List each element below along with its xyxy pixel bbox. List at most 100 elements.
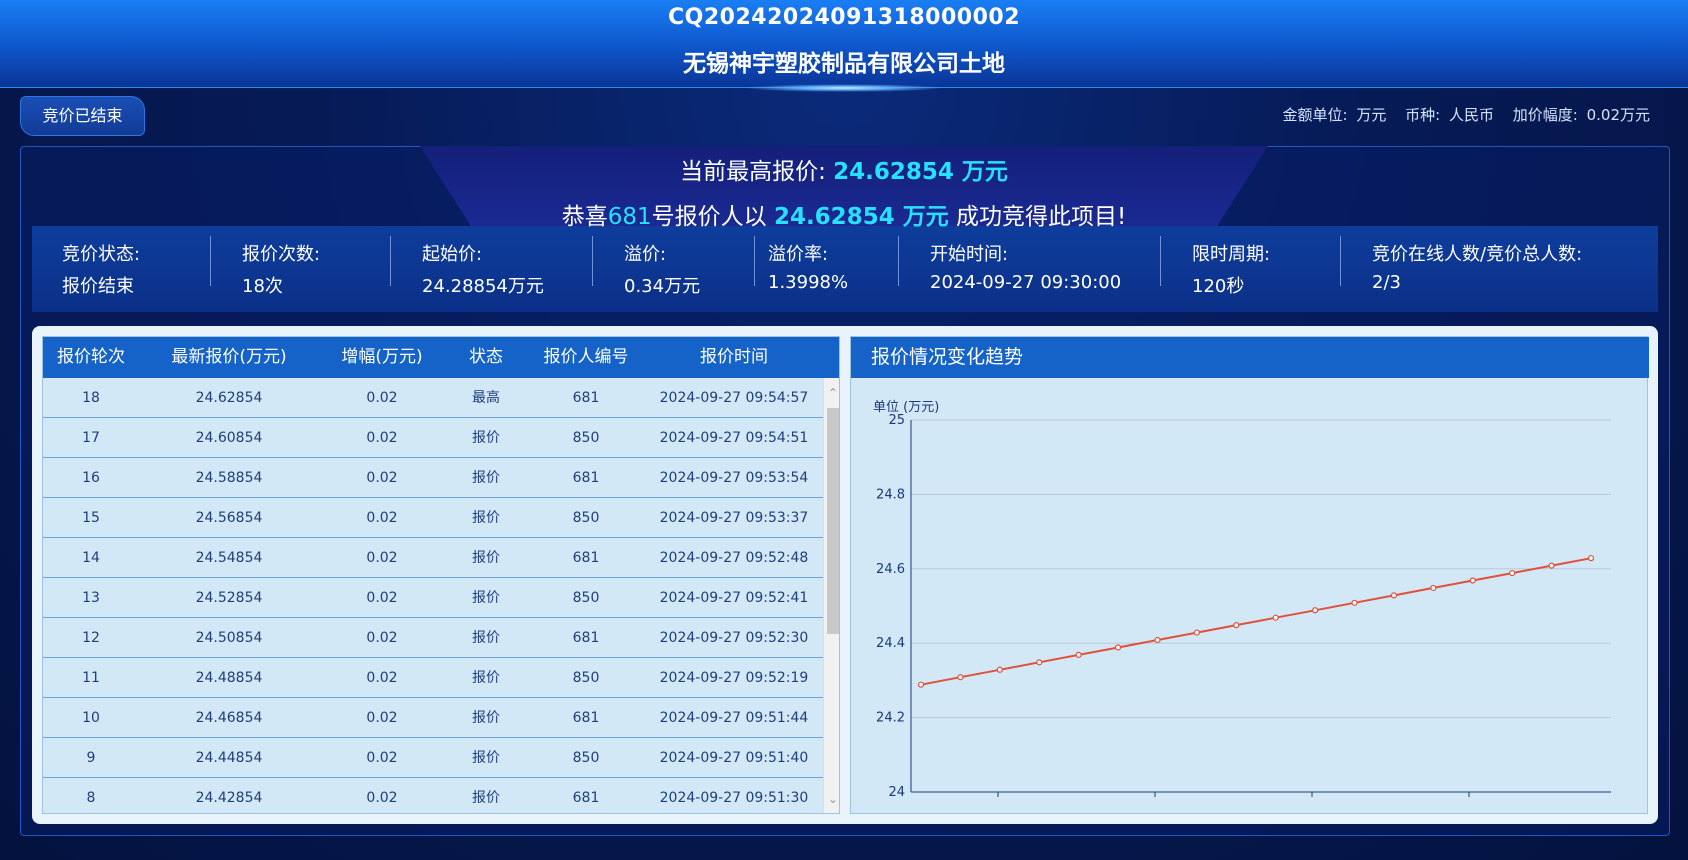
table-cell: 850	[572, 510, 600, 526]
data-point	[1075, 651, 1082, 659]
stat-separator	[898, 236, 899, 286]
table-cell: 24.54854	[195, 550, 263, 566]
project-name: 无锡神宇塑胶制品有限公司土地	[683, 51, 1005, 77]
table-row[interactable]: 12 24.50854 0.02 报价 681 2024-09-27 09:52:30	[43, 618, 823, 658]
data-point	[1036, 659, 1043, 666]
data-point	[1548, 562, 1555, 569]
table-row[interactable]: 8 24.42854 0.02 报价 681 2024-09-27 09:51:30	[43, 778, 823, 813]
data-point	[1272, 614, 1279, 621]
data-point	[1312, 607, 1319, 614]
table-cell: 681	[572, 630, 600, 646]
table-row[interactable]: 11 24.48854 0.02 报价 850 2024-09-27 09:52:19	[43, 658, 823, 698]
table-cell: 14	[82, 550, 100, 566]
table-row[interactable]: 10 24.46854 0.02 报价 681 2024-09-27 09:51:44	[43, 698, 823, 738]
table-row[interactable]: 16 24.58854 0.02 报价 681 2024-09-27 09:53:54	[43, 458, 823, 498]
table-cell: 850	[572, 750, 600, 766]
stat-label: 竞价在线人数/竞价总人数:	[1372, 244, 1583, 265]
table-cell: 2024-09-27 09:51:44	[659, 710, 809, 726]
stat-value: 0.34万元	[624, 276, 701, 297]
table-cell: 0.02	[366, 630, 398, 646]
table-cell: 报价	[472, 670, 500, 686]
table-row[interactable]: 14 24.54854 0.02 报价 681 2024-09-27 09:52:48	[43, 538, 823, 578]
page-header: CQ20242024091318000002 无锡神宇塑胶制品有限公司土地	[0, 0, 1688, 92]
table-cell: 24.42854	[195, 790, 263, 806]
stat-value: 120秒	[1192, 276, 1245, 297]
stat-item: 竞价在线人数/竞价总人数: 2/3	[1372, 240, 1582, 293]
table-cell: 11	[82, 670, 100, 686]
highest-bid-label: 当前最高报价:	[680, 159, 826, 185]
column-header[interactable]: 报价人编号	[527, 337, 645, 378]
data-point	[1509, 569, 1516, 577]
table-header: 报价轮次 最新报价(万元) 增幅(万元) 状态 报价人编号 报价时间	[43, 337, 839, 378]
table-row[interactable]: 18 24.62854 0.02 最高 681 2024-09-27 09:54:57	[43, 378, 823, 418]
stats-bar: 竞价状态: 报价结束 报价次数: 18次 起始价: 24.28854万元 溢价: 0.34万元…	[32, 226, 1658, 312]
auction-status-button[interactable]: 竞价已结束	[20, 96, 145, 136]
table-cell: 17	[82, 430, 100, 446]
table-cell: 24.52854	[195, 590, 263, 606]
table-cell: 9	[86, 750, 96, 766]
table-cell: 15	[82, 510, 100, 526]
table-cell: 12	[82, 630, 100, 646]
scroll-down-icon[interactable]: ⌄	[824, 792, 839, 806]
table-cell: 报价	[472, 470, 500, 486]
stat-label: 开始时间:	[930, 244, 1009, 265]
table-cell: 报价	[472, 430, 500, 446]
table-row[interactable]: 9 24.44854 0.02 报价 850 2024-09-27 09:51:40	[43, 738, 823, 778]
stat-value: 24.28854万元	[422, 276, 544, 297]
column-header[interactable]: 状态	[445, 337, 527, 378]
table-body[interactable]: 18 24.62854 0.02 最高 681 2024-09-27 09:54:57 17…	[43, 378, 823, 813]
amount-unit-value: 万元	[1356, 106, 1387, 124]
stat-item: 竞价状态: 报价结束	[62, 240, 140, 298]
table-cell: 24.62854	[195, 390, 263, 406]
table-row[interactable]: 15 24.56854 0.02 报价 850 2024-09-27 09:53:37	[43, 498, 823, 538]
amount-unit-label: 金额单位:	[1282, 106, 1348, 124]
table-cell: 681	[572, 390, 600, 406]
stat-separator	[1340, 236, 1341, 286]
table-cell: 24.60854	[195, 430, 263, 446]
table-cell: 报价	[472, 630, 500, 646]
y-tick-label: 24.2	[876, 711, 905, 726]
winning-price: 24.62854 万元	[773, 204, 949, 230]
table-cell: 0.02	[366, 510, 398, 526]
column-header[interactable]: 增幅(万元)	[319, 337, 445, 378]
scroll-thumb[interactable]	[827, 408, 839, 634]
table-cell: 2024-09-27 09:52:30	[659, 630, 809, 646]
table-cell: 2024-09-27 09:54:57	[659, 390, 809, 406]
scroll-up-icon[interactable]: ⌃	[824, 386, 839, 400]
table-row[interactable]: 17 24.60854 0.02 报价 850 2024-09-27 09:54:51	[43, 418, 823, 458]
table-cell: 24.50854	[195, 630, 263, 646]
column-header[interactable]: 报价轮次	[43, 337, 139, 378]
y-tick-label: 24.6	[876, 562, 905, 577]
data-point	[1469, 577, 1476, 584]
data-point	[1430, 584, 1437, 592]
data-point	[1587, 555, 1595, 562]
unit-bar: 金额单位: 万元 币种: 人民币 加价幅度: 0.02万元	[1278, 104, 1650, 125]
chart-unit-label: 单位 (万元)	[873, 400, 939, 415]
table-scrollbar[interactable]: ⌃ ⌄	[823, 378, 839, 813]
stat-label: 限时周期:	[1192, 244, 1271, 265]
stat-label: 报价次数:	[242, 244, 321, 265]
stat-item: 限时周期: 120秒	[1192, 240, 1270, 298]
table-row[interactable]: 13 24.52854 0.02 报价 850 2024-09-27 09:52:41	[43, 578, 823, 618]
currency-value: 人民币	[1448, 106, 1494, 124]
table-cell: 0.02	[366, 670, 398, 686]
table-cell: 0.02	[366, 430, 398, 446]
y-tick-label: 24	[888, 785, 905, 800]
table-cell: 681	[572, 470, 600, 486]
project-code: CQ20242024091318000002	[668, 5, 1020, 30]
congrats-prefix: 恭喜	[561, 204, 608, 230]
highest-bid: 当前最高报价: 24.62854 万元	[0, 152, 1688, 186]
table-cell: 10	[82, 710, 100, 726]
column-header[interactable]: 最新报价(万元)	[139, 337, 319, 378]
stat-label: 溢价:	[624, 244, 667, 265]
table-cell: 2024-09-27 09:51:40	[659, 750, 809, 766]
stat-label: 竞价状态:	[62, 244, 141, 265]
data-point	[917, 681, 925, 688]
table-cell: 18	[82, 390, 100, 406]
stat-value: 1.3998%	[768, 272, 849, 293]
stat-value: 2024-09-27 09:30:00	[930, 272, 1122, 293]
column-header[interactable]: 报价时间	[645, 337, 823, 378]
table-cell: 2024-09-27 09:53:37	[659, 510, 809, 526]
increment-value: 0.02万元	[1586, 106, 1650, 124]
stat-item: 起始价: 24.28854万元	[422, 240, 544, 298]
